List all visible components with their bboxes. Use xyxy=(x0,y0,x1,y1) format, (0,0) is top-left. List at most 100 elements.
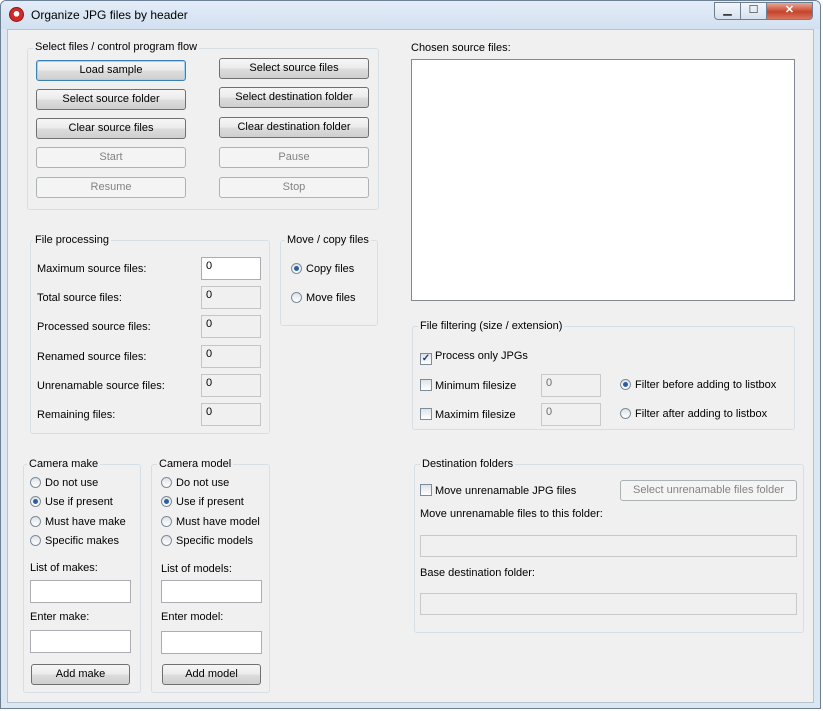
move-copy-legend: Move / copy files xyxy=(285,234,371,246)
unrenamable-folder-path xyxy=(420,535,797,557)
max-filesize-input[interactable]: 0 xyxy=(541,403,601,426)
start-button[interactable]: Start xyxy=(36,147,186,168)
select-source-files-button[interactable]: Select source files xyxy=(219,58,369,79)
unrenamable-source-files-value: 0 xyxy=(201,374,261,397)
select-source-folder-button[interactable]: Select source folder xyxy=(36,89,186,110)
make-must-have-label: Must have make xyxy=(45,516,126,528)
move-unrenamable-label: Move unrenamable JPG files xyxy=(435,485,577,497)
chosen-files-listbox[interactable] xyxy=(411,59,795,301)
app-window: Organize JPG files by header ▁ ☐ ✕ Selec… xyxy=(0,0,821,709)
select-destination-folder-button[interactable]: Select destination folder xyxy=(219,87,369,108)
list-of-models-label: List of models: xyxy=(161,563,232,575)
model-specific-label: Specific models xyxy=(176,535,254,547)
renamed-source-files-label: Renamed source files: xyxy=(37,351,147,363)
model-must-have-label: Must have model xyxy=(176,516,260,528)
stop-button[interactable]: Stop xyxy=(219,177,369,198)
move-unrenamable-folder-label: Move unrenamable files to this folder: xyxy=(420,508,603,520)
make-must-have-dot xyxy=(30,516,41,527)
model-do-not-use-radio[interactable]: Do not use xyxy=(161,477,229,489)
make-do-not-use-label: Do not use xyxy=(45,477,99,489)
unrenamable-source-files-label: Unrenamable source files: xyxy=(37,380,165,392)
close-button[interactable]: ✕ xyxy=(766,2,813,20)
max-source-files-input[interactable]: 0 xyxy=(201,257,261,280)
clear-source-files-button[interactable]: Clear source files xyxy=(36,118,186,139)
min-filesize-checkbox[interactable]: Minimum filesize xyxy=(420,379,516,392)
select-unrenamable-folder-button[interactable]: Select unrenamable files folder xyxy=(620,480,797,501)
move-files-label: Move files xyxy=(306,292,356,304)
move-unrenamable-box xyxy=(420,484,432,496)
enter-make-input[interactable] xyxy=(30,630,131,653)
client-area: Select files / control program flow Load… xyxy=(7,29,814,703)
processed-source-files-label: Processed source files: xyxy=(37,321,151,333)
make-use-if-present-dot xyxy=(30,496,41,507)
add-model-button[interactable]: Add model xyxy=(162,664,261,685)
renamed-source-files-value: 0 xyxy=(201,345,261,368)
min-filesize-input[interactable]: 0 xyxy=(541,374,601,397)
make-do-not-use-dot xyxy=(30,477,41,488)
make-do-not-use-radio[interactable]: Do not use xyxy=(30,477,98,489)
make-use-if-present-label: Use if present xyxy=(45,496,113,508)
total-source-files-label: Total source files: xyxy=(37,292,122,304)
pause-button[interactable]: Pause xyxy=(219,147,369,168)
process-only-jpgs-box: ✓ xyxy=(420,353,432,365)
copy-files-label: Copy files xyxy=(306,263,355,275)
process-only-jpgs-label: Process only JPGs xyxy=(435,350,528,362)
filter-after-radio[interactable]: Filter after adding to listbox xyxy=(620,408,767,420)
move-files-radio[interactable]: Move files xyxy=(291,292,356,304)
camera-model-legend: Camera model xyxy=(157,458,234,470)
minimize-button[interactable]: ▁ xyxy=(714,2,741,20)
move-files-radio-dot xyxy=(291,292,302,303)
copy-files-radio[interactable]: Copy files xyxy=(291,263,354,275)
move-copy-group xyxy=(280,240,378,326)
filter-after-radio-dot xyxy=(620,408,631,419)
min-filesize-box xyxy=(420,379,432,391)
enter-make-label: Enter make: xyxy=(30,611,90,623)
filter-before-radio[interactable]: Filter before adding to listbox xyxy=(620,379,776,391)
file-processing-legend: File processing xyxy=(33,234,111,246)
model-use-if-present-radio[interactable]: Use if present xyxy=(161,496,244,508)
app-icon xyxy=(9,7,24,22)
add-make-button[interactable]: Add make xyxy=(31,664,130,685)
base-destination-folder-path xyxy=(420,593,797,615)
window-title: Organize JPG files by header xyxy=(31,8,188,22)
list-of-models-input[interactable] xyxy=(161,580,262,603)
filter-before-label: Filter before adding to listbox xyxy=(635,379,777,391)
remaining-files-label: Remaining files: xyxy=(37,409,116,421)
make-use-if-present-radio[interactable]: Use if present xyxy=(30,496,113,508)
model-specific-dot xyxy=(161,535,172,546)
processed-source-files-value: 0 xyxy=(201,315,261,338)
control-flow-legend: Select files / control program flow xyxy=(33,41,200,53)
max-filesize-label: Maximim filesize xyxy=(435,409,516,421)
total-source-files-value: 0 xyxy=(201,286,261,309)
copy-files-radio-dot xyxy=(291,263,302,274)
title-bar[interactable]: Organize JPG files by header ▁ ☐ ✕ xyxy=(1,1,820,29)
model-must-have-radio[interactable]: Must have model xyxy=(161,516,260,528)
resume-button[interactable]: Resume xyxy=(36,177,186,198)
remaining-files-value: 0 xyxy=(201,403,261,426)
list-of-makes-input[interactable] xyxy=(30,580,131,603)
destination-folders-legend: Destination folders xyxy=(420,458,516,470)
max-source-files-label: Maximum source files: xyxy=(37,263,147,275)
maximize-button[interactable]: ☐ xyxy=(740,2,767,20)
model-specific-radio[interactable]: Specific models xyxy=(161,535,253,547)
chosen-files-label: Chosen source files: xyxy=(411,42,511,54)
model-use-if-present-dot xyxy=(161,496,172,507)
base-destination-folder-label: Base destination folder: xyxy=(420,567,535,579)
make-must-have-radio[interactable]: Must have make xyxy=(30,516,126,528)
filter-before-radio-dot xyxy=(620,379,631,390)
make-specific-radio[interactable]: Specific makes xyxy=(30,535,119,547)
max-filesize-checkbox[interactable]: Maximim filesize xyxy=(420,408,516,421)
enter-model-label: Enter model: xyxy=(161,611,224,623)
clear-destination-folder-button[interactable]: Clear destination folder xyxy=(219,117,369,138)
move-unrenamable-checkbox[interactable]: Move unrenamable JPG files xyxy=(420,484,576,497)
model-must-have-dot xyxy=(161,516,172,527)
model-do-not-use-dot xyxy=(161,477,172,488)
enter-model-input[interactable] xyxy=(161,631,262,654)
make-specific-dot xyxy=(30,535,41,546)
load-sample-button[interactable]: Load sample xyxy=(36,60,186,81)
process-only-jpgs-checkbox[interactable]: ✓ Process only JPGs xyxy=(420,350,528,365)
camera-make-legend: Camera make xyxy=(27,458,101,470)
make-specific-label: Specific makes xyxy=(45,535,119,547)
model-use-if-present-label: Use if present xyxy=(176,496,244,508)
model-do-not-use-label: Do not use xyxy=(176,477,230,489)
